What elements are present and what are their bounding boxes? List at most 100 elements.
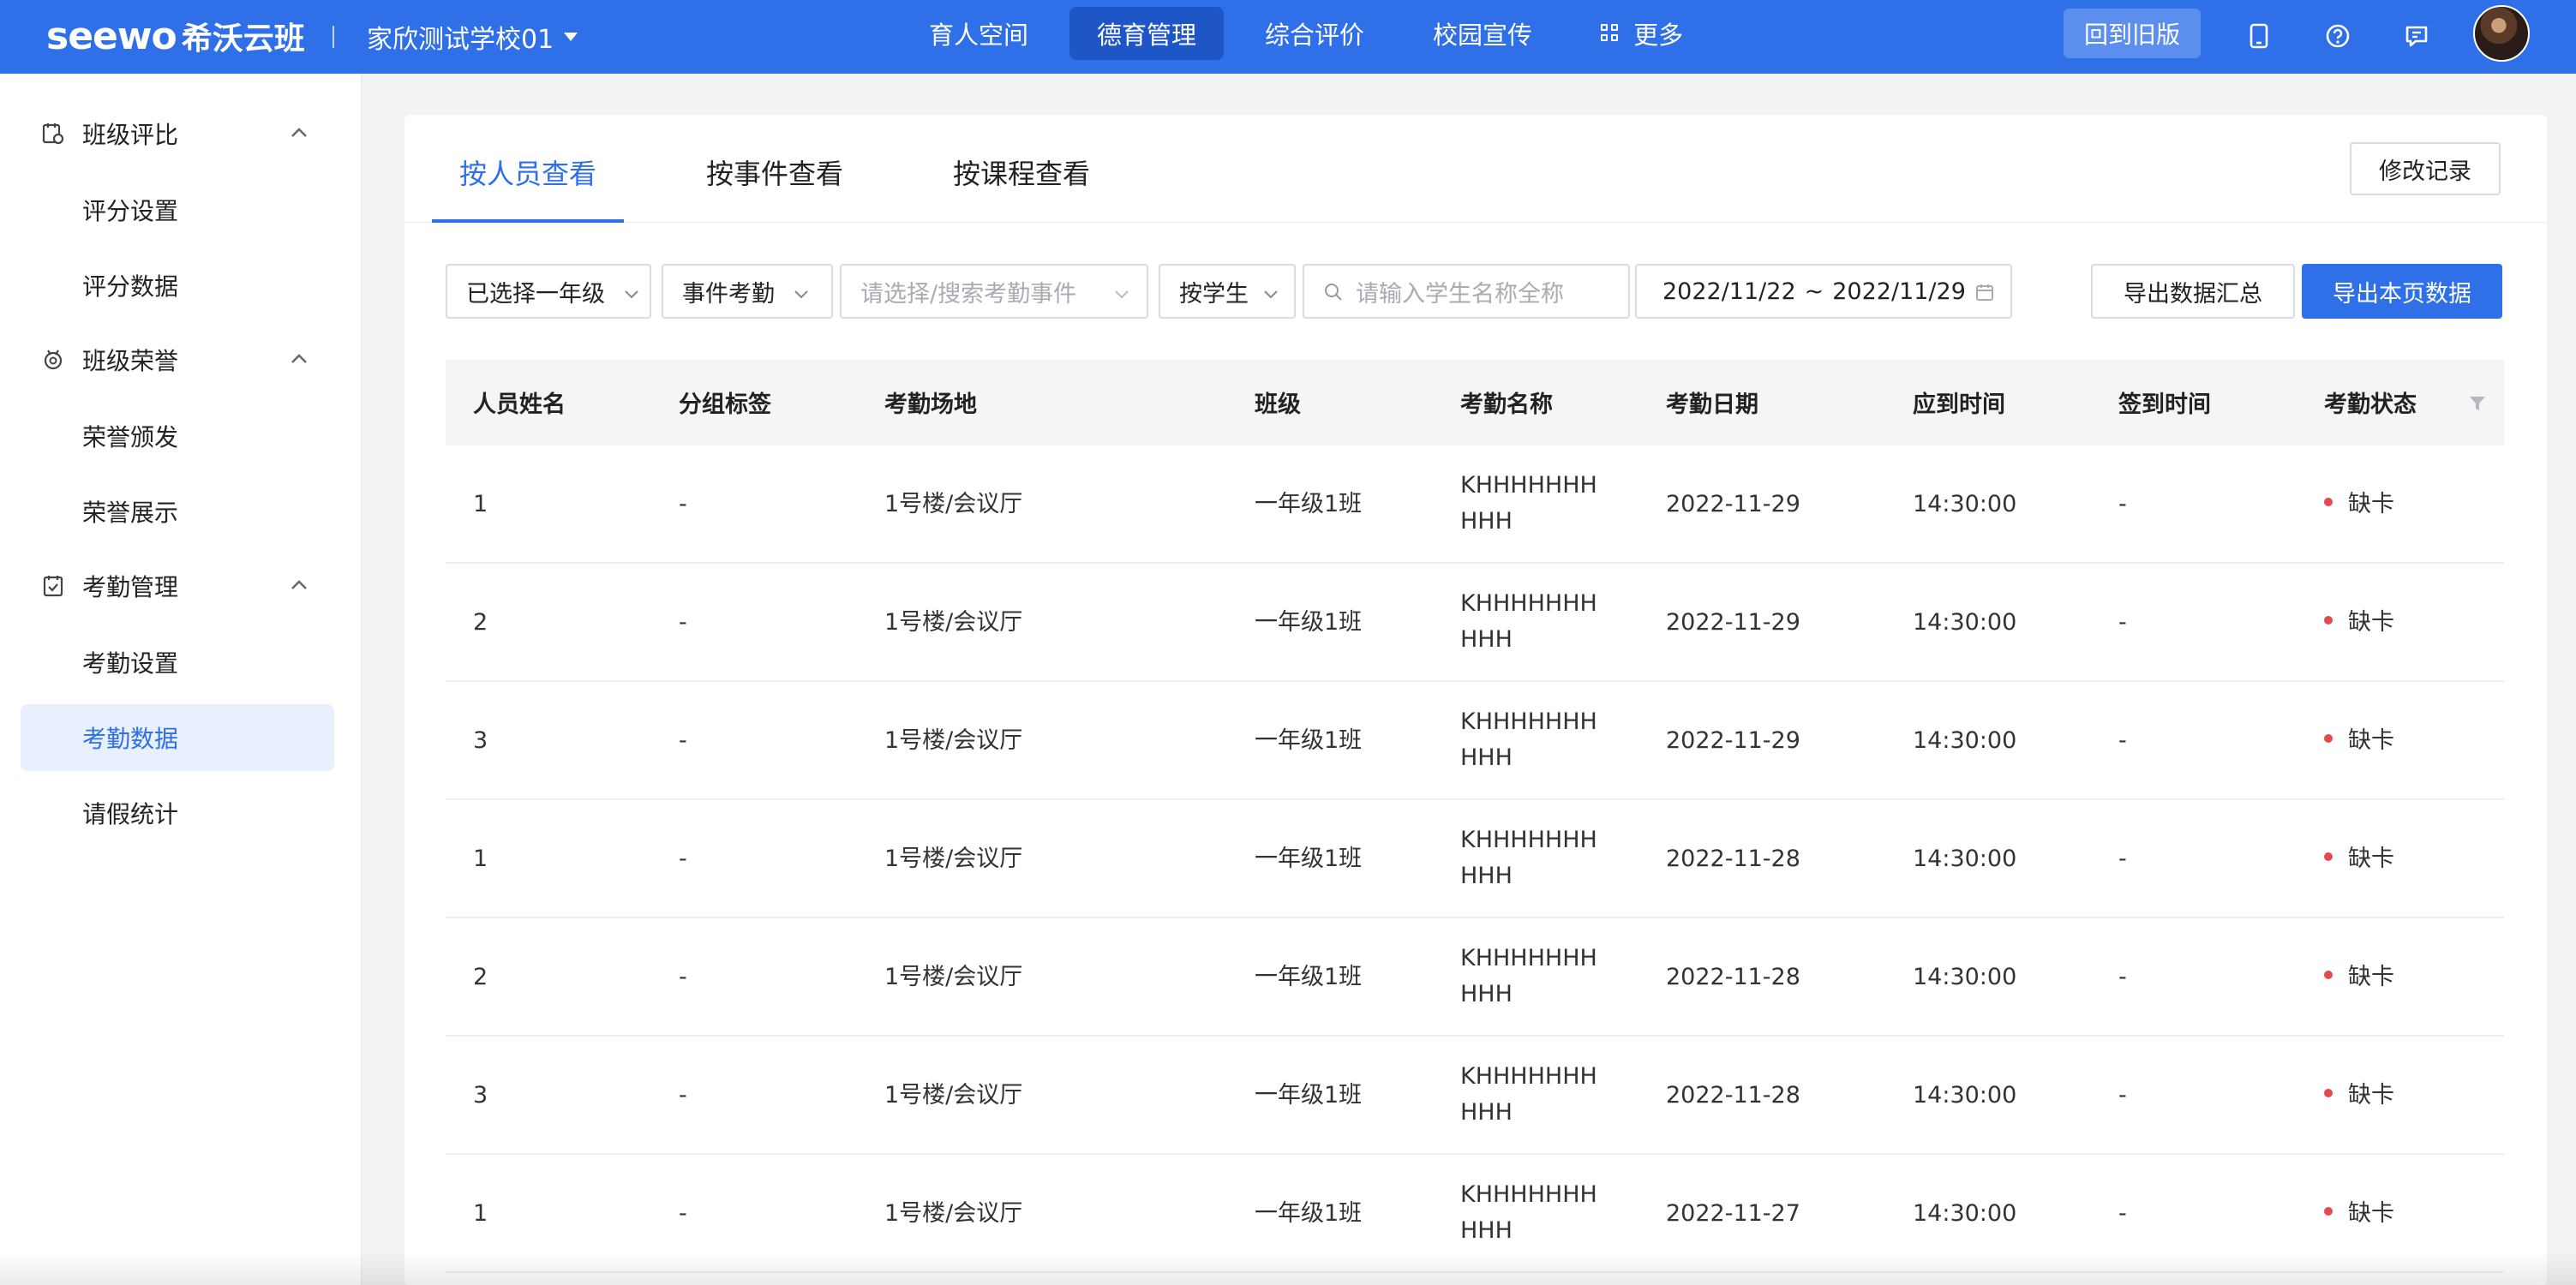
cell-name: 3 [473,727,488,754]
grade-select[interactable]: 已选择一年级 [446,264,651,319]
column-header: 应到时间 [1913,391,2005,418]
logo-text: seewo [46,14,177,58]
cell-place: 1号楼/会议厅 [884,609,1023,636]
sidebar-group-label: 班级评比 [82,121,179,149]
tab-by-event[interactable]: 按事件查看 [706,152,843,192]
nav-item-zonghe[interactable]: 综合评价 [1237,7,1392,60]
cell-name: 1 [473,846,488,872]
search-icon [1323,282,1344,308]
back-to-old-version-button[interactable]: 回到旧版 [2064,9,2201,58]
table-header: 人员姓名 分组标签 考勤场地 班级 考勤名称 考勤日期 应到时间 签到时间 考勤… [446,360,2504,445]
sidebar-group-attendance[interactable]: 考勤管理 [0,560,362,612]
nav-label: 综合评价 [1265,21,1365,50]
type-select[interactable]: 事件考勤 [662,264,833,319]
table-row: 3 - 1号楼/会议厅 一年级1班 KHHHHHHH HHH 2022-11-28 14:30… [446,1037,2504,1155]
status-text: 缺卡 [2348,1200,2394,1227]
sidebar-group-label: 考勤管理 [82,573,179,601]
tab-by-person[interactable]: 按人员查看 [459,152,596,192]
logo[interactable]: seewo 希沃云班 [46,12,305,60]
chevron-down-icon [1261,283,1280,302]
status-text: 缺卡 [2348,727,2394,754]
modify-record-button[interactable]: 修改记录 [2350,142,2501,195]
cell-group: - [679,846,687,872]
cell-event-name-line1: KHHHHHHH [1460,1063,1597,1090]
cell-group: - [679,491,687,517]
filter-icon[interactable] [2468,394,2487,413]
chevron-down-icon [792,283,811,302]
sidebar-item-leave-stats[interactable]: 请假统计 [21,780,334,846]
grid-icon [1601,24,1620,43]
cell-event-name: KHHHHHHH HHH [1460,941,1597,1013]
nav-item-deyu[interactable]: 德育管理 [1069,7,1225,60]
sidebar-item-honor-display[interactable]: 荣誉展示 [21,478,334,545]
tablet-icon[interactable] [2242,19,2276,53]
sidebar-item-attendance-data[interactable]: 考勤数据 [21,704,334,771]
event-select-placeholder: 请选择/搜索考勤事件 [860,280,1077,308]
by-select-value: 按学生 [1179,280,1249,308]
cell-due: 14:30:00 [1913,1200,2017,1227]
attendance-icon [41,574,65,598]
chevron-down-icon [622,283,641,302]
cell-due: 14:30:00 [1913,964,2017,990]
sidebar-item-honor-award[interactable]: 荣誉颁发 [21,403,334,469]
table-row: 1 - 1号楼/会议厅 一年级1班 KHHHHHHH HHH 2022-11-29 14:30… [446,445,2504,564]
status-dot-icon [2324,616,2333,625]
column-header: 考勤场地 [884,391,977,418]
cell-group: - [679,609,687,636]
school-selector[interactable]: 家欣测试学校01 [367,15,578,58]
help-icon[interactable] [2321,19,2355,53]
cell-event-name-line2: HHH [1460,626,1513,653]
cell-checkin: - [2118,964,2127,990]
export-summary-button[interactable]: 导出数据汇总 [2091,264,2295,319]
message-icon[interactable] [2399,19,2434,53]
cell-event-name: KHHHHHHH HHH [1460,1059,1597,1131]
nav-item-xiaoyuan[interactable]: 校园宣传 [1405,7,1560,60]
tab-by-course[interactable]: 按课程查看 [953,152,1090,192]
event-select[interactable]: 请选择/搜索考勤事件 [840,264,1148,319]
cell-date: 2022-11-29 [1666,727,1800,754]
sidebar-item-score-settings[interactable]: 评分设置 [21,176,334,243]
status-dot-icon [2324,1207,2333,1216]
logo-cn-text: 希沃云班 [181,21,305,57]
cell-event-name: KHHHHHHH HHH [1460,822,1597,894]
cell-checkin: - [2118,727,2127,754]
status-dot-icon [2324,971,2333,979]
chevron-down-icon [1112,283,1131,302]
cell-place: 1号楼/会议厅 [884,491,1023,517]
cell-event-name-line2: HHH [1460,508,1513,535]
status-dot-icon [2324,734,2333,743]
sidebar-item-label: 评分设置 [82,197,179,225]
search-placeholder: 请输入学生名称全称 [1356,280,1564,308]
cell-place: 1号楼/会议厅 [884,1200,1023,1227]
column-header: 考勤状态 [2324,391,2417,418]
cell-group: - [679,1200,687,1227]
top-bar: seewo 希沃云班 家欣测试学校01 育人空间 德育管理 综合评价 校园宣传 … [0,0,2576,74]
export-page-button[interactable]: 导出本页数据 [2302,264,2502,319]
sidebar-group-class-rating[interactable]: 班级评比 [0,108,362,159]
nav-item-yuren[interactable]: 育人空间 [902,7,1056,60]
medal-icon [41,348,65,372]
table-row: 2 - 1号楼/会议厅 一年级1班 KHHHHHHH HHH 2022-11-28 14:30… [446,918,2504,1037]
school-name: 家欣测试学校01 [367,25,554,55]
sidebar-item-label: 考勤数据 [82,725,179,753]
sidebar-group-class-honor[interactable]: 班级荣誉 [0,334,362,386]
cell-group: - [679,727,687,754]
nav-label: 校园宣传 [1433,21,1533,50]
cell-status: 缺卡 [2324,487,2394,523]
status-text: 缺卡 [2348,609,2394,636]
chevron-up-icon [286,346,312,372]
nav-item-more[interactable]: 更多 [1573,7,1710,60]
avatar[interactable] [2473,5,2530,62]
class-rating-icon [41,122,65,146]
status-dot-icon [2324,852,2333,861]
by-select[interactable]: 按学生 [1159,264,1296,319]
sidebar-item-attendance-settings[interactable]: 考勤设置 [21,629,334,696]
cell-status: 缺卡 [2324,1196,2394,1232]
sidebar-item-score-data[interactable]: 评分数据 [21,252,334,319]
tab-bar: 按人员查看 按事件查看 按课程查看 修改记录 [404,115,2547,223]
status-text: 缺卡 [2348,491,2394,517]
student-search-input[interactable]: 请输入学生名称全称 [1303,264,1630,319]
cell-event-name-line1: KHHHHHHH [1460,590,1597,617]
sidebar: 班级评比 评分设置 评分数据 班级荣誉 荣誉颁发 荣誉展示 考勤管理 考勤设置 … [0,74,362,1285]
date-range-picker[interactable]: 2022/11/22 ~ 2022/11/29 [1635,264,2012,319]
